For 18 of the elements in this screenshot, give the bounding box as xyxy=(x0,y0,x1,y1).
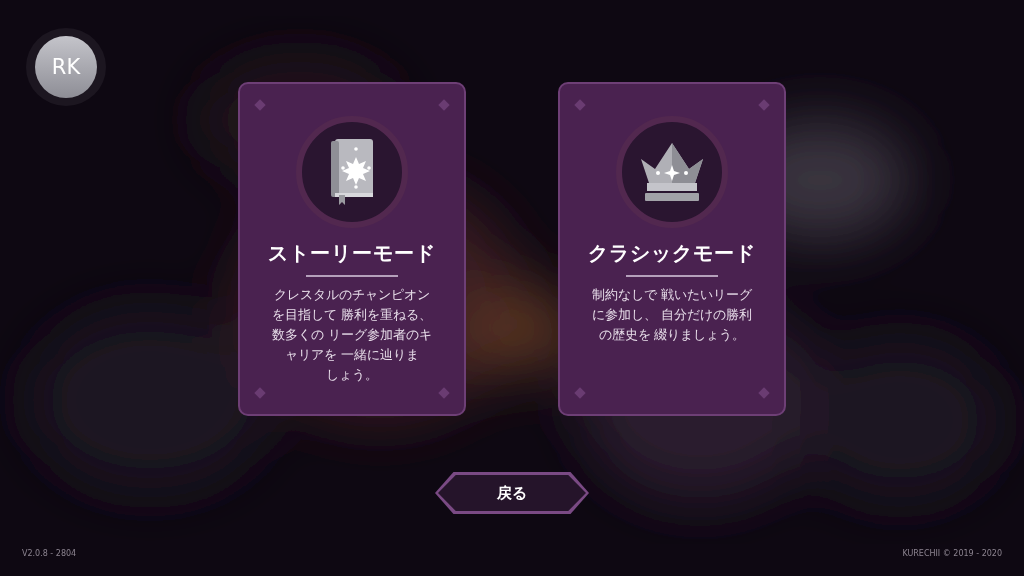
diamond-ornament xyxy=(438,387,450,399)
mode-card[interactable]: クラシックモード 制約なしで 戦いたいリーグ に参加し、 自分だけの勝利 の歴史を 綴りましょう。 xyxy=(558,82,786,416)
diamond-ornament xyxy=(438,99,450,111)
mode-card[interactable]: ストーリーモード クレスタルのチャンピオン を目指して 勝利を重ねる、 数多くの リーグ参加者のキ ャリアを 一緒に辿りま しょう。 xyxy=(238,82,466,416)
version-text: V2.0.8 - 2804 xyxy=(22,549,77,558)
book-icon xyxy=(329,139,375,205)
diamond-ornament xyxy=(758,99,770,111)
diamond-ornament xyxy=(254,387,266,399)
diamond-ornament xyxy=(758,387,770,399)
diamond-ornament xyxy=(254,99,266,111)
copyright-text: KURECHII © 2019 - 2020 xyxy=(902,549,1002,558)
mode-description: 制約なしで 戦いたいリーグ に参加し、 自分だけの勝利 の歴史を 綴りましょう。 xyxy=(592,286,752,344)
mode-description: クレスタルのチャンピオン を目指して 勝利を重ねる、 数多くの リーグ参加者のキ ャリアを 一緒に辿りま しょう。 xyxy=(272,286,432,384)
diamond-ornament xyxy=(574,387,586,399)
mode-title: クラシックモード xyxy=(588,240,756,267)
diamond-ornament xyxy=(574,99,586,111)
mode-title: ストーリーモード xyxy=(268,240,436,267)
crown-icon xyxy=(639,141,705,203)
